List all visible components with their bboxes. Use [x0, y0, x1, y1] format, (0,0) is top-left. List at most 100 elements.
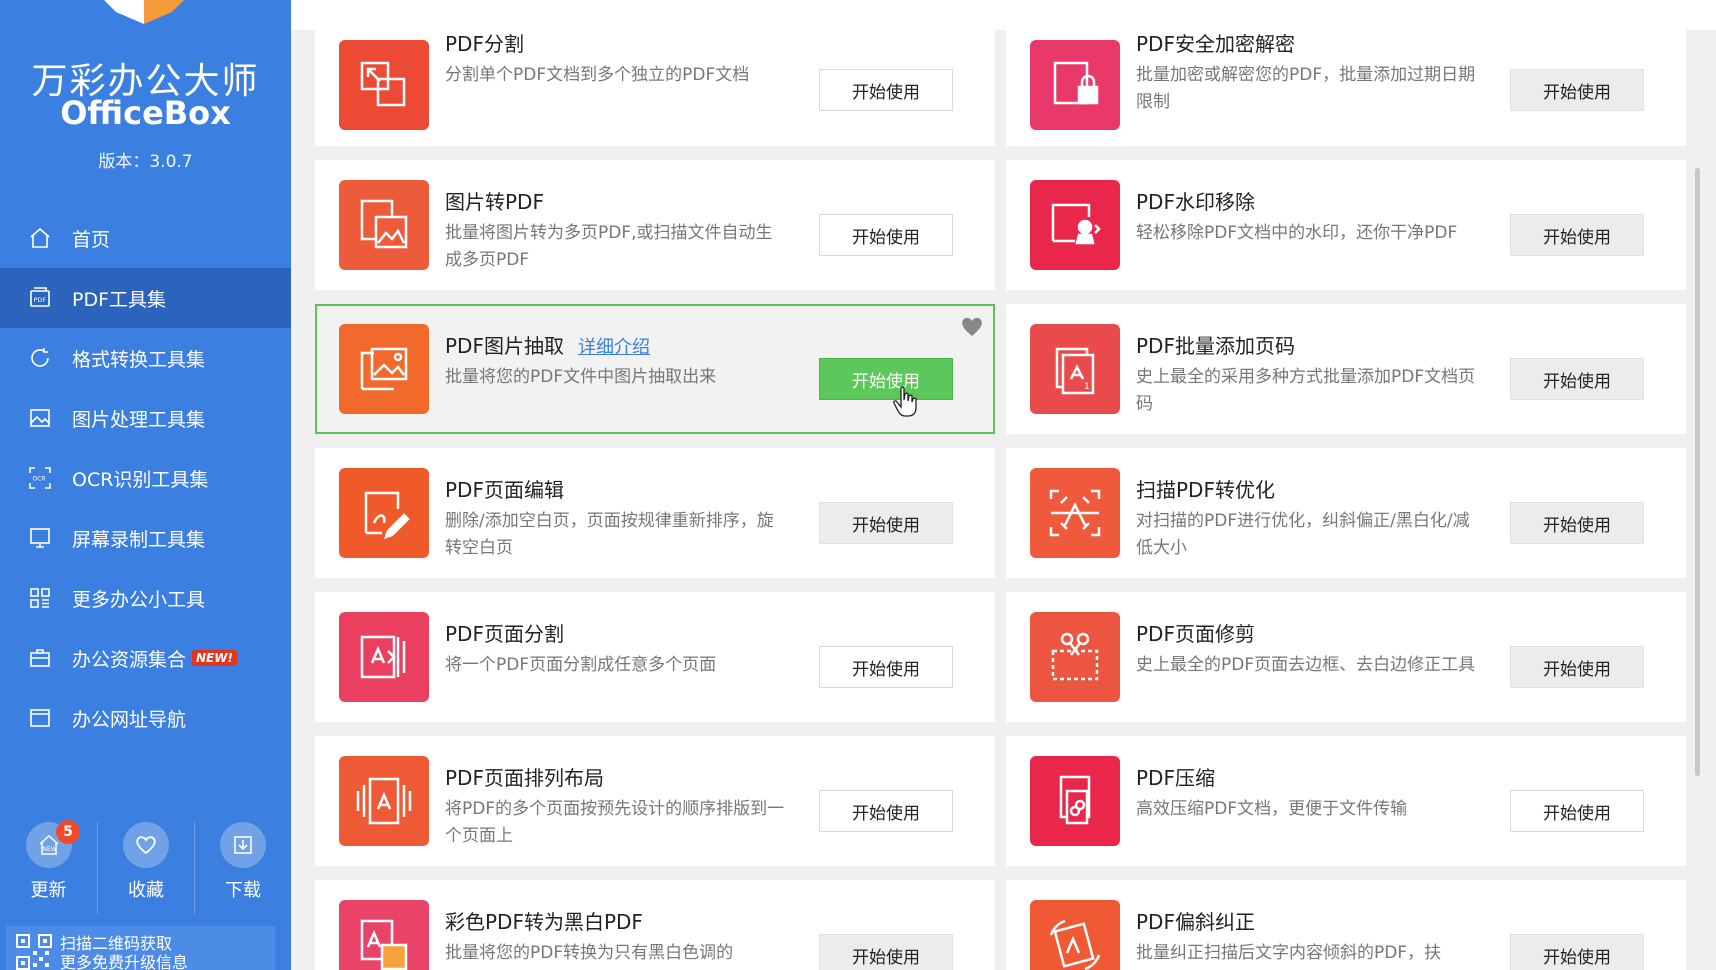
tool-card-scan-optimize: 扫描PDF转优化 对扫描的PDF进行优化，纠斜偏正/黑白化/减低大小 开始使用 — [1006, 448, 1686, 578]
tool-desc: 将PDF的多个页面按预先设计的顺序排版到一个页面上 — [445, 799, 785, 846]
page-layout-icon — [339, 756, 429, 846]
tool-card-page-edit: PDF页面编辑 删除/添加空白页，页面按规律重新排序，旋转空白页 开始使用 — [315, 448, 995, 578]
tool-desc: 批量将图片转为多页PDF,或扫描文件自动生成多页PDF — [445, 223, 773, 270]
tool-desc: 删除/添加空白页，页面按规律重新排序，旋转空白页 — [445, 511, 774, 558]
qr-line-1: 扫描二维码获取 — [60, 934, 173, 953]
update-count-badge: 5 — [56, 820, 80, 844]
tool-card-color-to-bw: 彩色PDF转为黑白PDF 批量将您的PDF转换为只有黑白色调的 开始使用 — [315, 880, 995, 970]
start-button[interactable]: 开始使用 — [819, 502, 953, 544]
start-button[interactable]: 开始使用 — [1510, 646, 1644, 688]
ocr-icon: OCR — [28, 466, 52, 490]
tool-title: PDF页面排列布局 — [445, 766, 604, 790]
tool-desc: 轻松移除PDF文档中的水印，还你干净PDF — [1136, 223, 1458, 243]
favorites-label: 收藏 — [128, 880, 164, 901]
deskew-icon — [1030, 900, 1120, 970]
nav-item-screen-record[interactable]: 屏幕录制工具集 — [0, 508, 291, 568]
tool-title: PDF批量添加页码 — [1136, 334, 1295, 358]
page-number-icon: 1 — [1030, 324, 1120, 414]
start-button[interactable]: 开始使用 — [819, 646, 953, 688]
browser-icon — [28, 706, 52, 730]
qr-code-icon — [16, 934, 52, 970]
nav-item-pdf-tools[interactable]: PDF PDF工具集 — [0, 268, 291, 328]
tool-card-page-trim: PDF页面修剪 史上最全的PDF页面去边框、去白边修正工具 开始使用 — [1006, 592, 1686, 722]
image-icon — [28, 406, 52, 430]
nav-item-ocr[interactable]: OCR OCR识别工具集 — [0, 448, 291, 508]
nav-item-label: 更多办公小工具 — [72, 588, 206, 611]
nav-item-format-convert[interactable]: 格式转换工具集 — [0, 328, 291, 388]
qr-text: 扫描二维码获取 更多免费升级信息 — [60, 934, 188, 970]
start-button[interactable]: 开始使用 — [1510, 502, 1644, 544]
nav-item-label: 首页 — [72, 228, 111, 251]
tool-title-text: PDF图片抽取 — [445, 334, 564, 358]
hand-cursor-icon — [893, 386, 917, 417]
start-button[interactable]: 开始使用 — [1510, 934, 1644, 970]
nav-item-label: OCR识别工具集 — [72, 468, 209, 491]
image-extract-icon — [339, 324, 429, 414]
tool-title: PDF压缩 — [1136, 766, 1215, 790]
update-button[interactable]: NEW 5 更新 — [0, 820, 97, 914]
grid-icon — [28, 586, 52, 610]
monitor-icon — [28, 526, 52, 550]
start-button[interactable]: 开始使用 — [819, 790, 953, 832]
tool-desc: 高效压缩PDF文档，更便于文件传输 — [1136, 799, 1408, 819]
start-button[interactable]: 开始使用 — [819, 934, 953, 970]
tool-card-deskew: PDF偏斜纠正 批量纠正扫描后文字内容倾斜的PDF，扶 开始使用 — [1006, 880, 1686, 970]
nav-item-image-tools[interactable]: 图片处理工具集 — [0, 388, 291, 448]
start-button[interactable]: 开始使用 — [1510, 790, 1644, 832]
qr-promo[interactable]: 扫描二维码获取 更多免费升级信息 — [6, 926, 275, 970]
tool-title: PDF页面编辑 — [445, 478, 564, 502]
nav-item-web-nav[interactable]: 办公网址导航 — [0, 688, 291, 748]
nav-item-more-tools[interactable]: 更多办公小工具 — [0, 568, 291, 628]
lock-doc-icon — [1030, 40, 1120, 130]
tool-desc: 批量加密或解密您的PDF，批量添加过期日期限制 — [1136, 65, 1476, 112]
tool-title: PDF页面修剪 — [1136, 622, 1255, 646]
tool-title: PDF偏斜纠正 — [1136, 910, 1255, 934]
app-logo-icon — [104, 0, 184, 24]
tool-card-pdf-encrypt: PDF安全加密解密 批量加密或解密您的PDF，批量添加过期日期限制 开始使用 — [1006, 0, 1686, 146]
new-badge: NEW! — [192, 650, 237, 666]
download-button[interactable]: 下载 — [194, 822, 291, 914]
app-version: 版本：3.0.7 — [98, 152, 193, 172]
tool-card-page-layout: PDF页面排列布局 将PDF的多个页面按预先设计的顺序排版到一个页面上 开始使用 — [315, 736, 995, 866]
qr-line-2: 更多免费升级信息 — [60, 953, 189, 970]
tool-title: 彩色PDF转为黑白PDF — [445, 910, 643, 934]
start-button[interactable]: 开始使用 — [819, 358, 953, 400]
update-label: 更新 — [30, 880, 67, 901]
tool-card-page-split: PDF页面分割 将一个PDF页面分割成任意多个页面 开始使用 — [315, 592, 995, 722]
download-icon — [220, 822, 266, 868]
page-split-icon — [339, 612, 429, 702]
tool-card-image-extract: PDF图片抽取 详细介绍 批量将您的PDF文件中图片抽取出来 开始使用 — [315, 304, 995, 434]
tool-desc: 批量纠正扫描后文字内容倾斜的PDF，扶 — [1136, 943, 1442, 963]
tool-card-watermark-remove: PDF水印移除 轻松移除PDF文档中的水印，还你干净PDF 开始使用 — [1006, 160, 1686, 290]
favorites-button[interactable]: 收藏 — [97, 822, 194, 914]
tool-title: PDF安全加密解密 — [1136, 32, 1295, 56]
nav-item-label: 屏幕录制工具集 — [72, 528, 206, 551]
split-icon — [339, 40, 429, 130]
start-button[interactable]: 开始使用 — [1510, 358, 1644, 400]
tool-title: 扫描PDF转优化 — [1136, 478, 1275, 502]
pdf-icon: PDF — [28, 286, 52, 310]
detail-link[interactable]: 详细介绍 — [578, 337, 650, 358]
start-button[interactable]: 开始使用 — [1510, 69, 1644, 111]
download-label: 下载 — [225, 880, 261, 901]
nav-item-label: 办公资源集合 — [72, 648, 187, 671]
sidebar-nav: 首页 PDF PDF工具集 格式转换工具集 图片处理工具集 OCR OCR识别工… — [0, 208, 291, 748]
start-button[interactable]: 开始使用 — [819, 214, 953, 256]
tool-title: PDF水印移除 — [1136, 190, 1255, 214]
tool-desc: 分割单个PDF文档到多个独立的PDF文档 — [445, 65, 750, 85]
favorite-heart-icon[interactable] — [959, 314, 985, 338]
svg-text:NEW: NEW — [42, 846, 56, 853]
tool-card-pdf-split: PDF分割 分割单个PDF文档到多个独立的PDF文档 开始使用 — [315, 0, 995, 146]
tool-card-page-number: 1 PDF批量添加页码 史上最全的采用多种方式批量添加PDF文档页码 开始使用 — [1006, 304, 1686, 434]
briefcase-icon — [28, 646, 52, 670]
nav-item-resources[interactable]: 办公资源集合 NEW! — [0, 628, 291, 688]
scrollbar-thumb[interactable] — [1695, 168, 1700, 776]
tool-desc: 批量将您的PDF转换为只有黑白色调的 — [445, 943, 734, 963]
start-button[interactable]: 开始使用 — [1510, 214, 1644, 256]
start-button[interactable]: 开始使用 — [819, 69, 953, 111]
scan-optimize-icon — [1030, 468, 1120, 558]
tool-desc: 史上最全的PDF页面去边框、去白边修正工具 — [1136, 655, 1476, 675]
tool-title: PDF图片抽取 详细介绍 — [445, 330, 650, 359]
image-pdf-icon — [339, 180, 429, 270]
nav-item-home[interactable]: 首页 — [0, 208, 291, 268]
